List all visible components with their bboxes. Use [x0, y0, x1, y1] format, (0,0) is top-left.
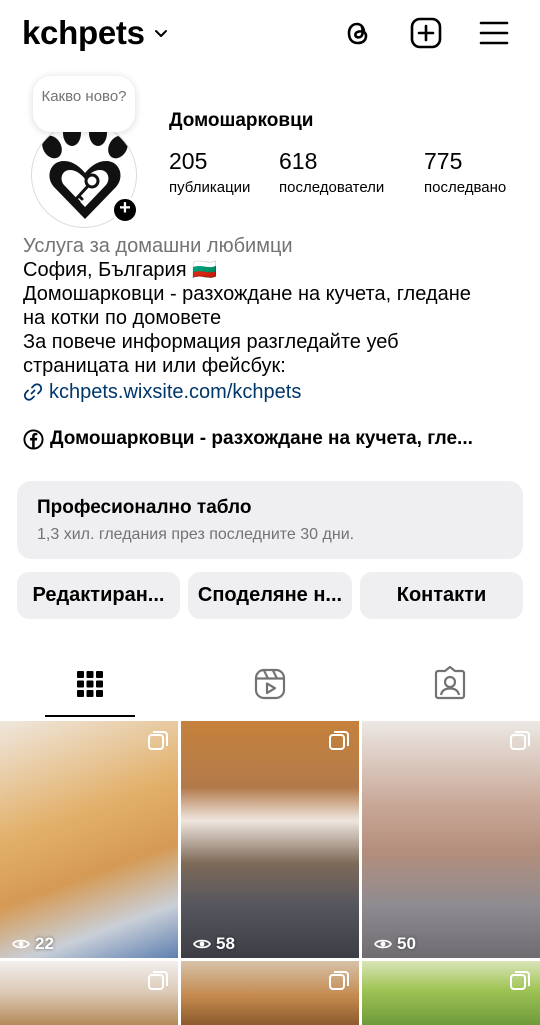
- multiple-photos-icon: [329, 731, 349, 750]
- multiple-photos-icon: [329, 971, 349, 990]
- stat-followers[interactable]: 618 последователи: [279, 148, 384, 196]
- bio-line: страницата ни или фейсбук:: [23, 355, 286, 377]
- stat-followers-label: последователи: [279, 179, 385, 196]
- edit-profile-button[interactable]: Редактиран...: [17, 572, 180, 619]
- dashboard-title: Професионално табло: [37, 497, 252, 518]
- stat-following-value: 775: [424, 148, 463, 174]
- bio: Услуга за домашни любимци София, Българи…: [23, 234, 523, 404]
- note-bubble[interactable]: Какво ново?: [33, 76, 135, 132]
- post-views-count: 22: [35, 934, 54, 953]
- facebook-icon: [23, 428, 44, 450]
- bio-link[interactable]: kchpets.wixsite.com/kchpets: [23, 380, 523, 404]
- bio-line: на котки по домовете: [23, 307, 222, 329]
- profile-tabs: [0, 660, 540, 718]
- threads-icon[interactable]: [340, 15, 376, 51]
- chevron-down-icon: [154, 30, 167, 37]
- multiple-photos-icon: [510, 971, 530, 990]
- post-views: 22: [12, 934, 54, 954]
- display-name: Домошарковци: [169, 110, 314, 131]
- profile-avatar[interactable]: +: [31, 122, 139, 228]
- bio-category: Услуга за домашни любимци: [23, 235, 293, 257]
- tagged-tab-icon[interactable]: [432, 666, 468, 702]
- reels-tab-icon[interactable]: [252, 666, 288, 702]
- dashboard-subtitle: 1,3 хил. гледания през последните 30 дни…: [37, 526, 355, 543]
- stat-following[interactable]: 775 последвано: [424, 148, 506, 196]
- post-thumbnail[interactable]: 22: [0, 721, 178, 958]
- stat-followers-value: 618: [279, 148, 318, 174]
- bio-line: Домошарковци - разхождане на кучета, гле…: [23, 283, 471, 305]
- share-profile-button[interactable]: Споделяне н...: [188, 572, 352, 619]
- post-thumbnail[interactable]: 50: [362, 721, 540, 958]
- create-post-icon[interactable]: [408, 15, 444, 51]
- menu-icon[interactable]: [476, 15, 512, 51]
- eye-icon: [12, 939, 30, 949]
- active-tab-indicator: [45, 715, 135, 717]
- multiple-photos-icon: [510, 731, 530, 750]
- stat-following-label: последвано: [424, 179, 507, 196]
- post-views-count: 58: [216, 934, 235, 953]
- bio-link-text: kchpets.wixsite.com/kchpets: [49, 381, 302, 403]
- bio-line: За повече информация разгледайте уеб: [23, 331, 399, 353]
- link-icon: [23, 383, 43, 401]
- eye-icon: [193, 939, 211, 949]
- username: kchpets: [22, 14, 145, 51]
- stat-posts[interactable]: 205 публикации: [169, 148, 250, 196]
- facebook-link-text: Домошарковци - разхождане на кучета, гле…: [50, 428, 473, 449]
- professional-dashboard[interactable]: Професионално табло 1,3 хил. гледания пр…: [17, 481, 523, 559]
- multiple-photos-icon: [148, 971, 168, 990]
- post-thumbnail[interactable]: [362, 961, 540, 1025]
- post-views: 50: [374, 934, 416, 954]
- post-thumbnail[interactable]: [181, 961, 359, 1025]
- add-story-icon[interactable]: +: [111, 196, 139, 224]
- post-views-count: 50: [397, 934, 416, 953]
- post-thumbnail[interactable]: [0, 961, 178, 1025]
- facebook-link[interactable]: Домошарковци - разхождане на кучета, гле…: [23, 428, 473, 450]
- posts-grid: 22 58 50: [0, 721, 540, 1025]
- stat-posts-value: 205: [169, 148, 208, 174]
- bio-location: София, България 🇧🇬: [23, 259, 217, 281]
- eye-icon: [374, 939, 392, 949]
- post-thumbnail[interactable]: 58: [181, 721, 359, 958]
- top-bar: kchpets: [0, 0, 540, 68]
- account-switcher[interactable]: kchpets: [22, 14, 169, 52]
- multiple-photos-icon: [148, 731, 168, 750]
- grid-tab-icon[interactable]: [72, 666, 108, 702]
- contacts-button[interactable]: Контакти: [360, 572, 523, 619]
- stat-posts-label: публикации: [169, 179, 251, 196]
- post-views: 58: [193, 934, 235, 954]
